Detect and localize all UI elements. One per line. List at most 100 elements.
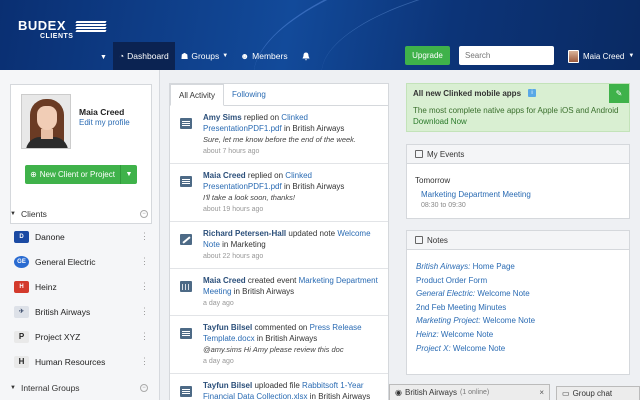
avatar [568, 49, 579, 63]
activity-item: Tayfun Bilsel uploaded file Rabbitsoft 1… [170, 374, 388, 400]
note-name: Welcome Note [482, 316, 536, 326]
internal-groups-options-icon[interactable]: − [140, 384, 148, 392]
note-item[interactable]: 2nd Feb Meeting Minutes [416, 301, 535, 315]
file-upload-icon [180, 386, 192, 397]
more-vertical-icon[interactable]: ⋮ [140, 231, 149, 242]
activity-user-link[interactable]: Maia Creed [203, 276, 246, 285]
plus-circle-icon: ⊕ [30, 170, 37, 179]
tab-all-activity[interactable]: All Activity [170, 84, 225, 106]
user-menu[interactable]: Maia Creed ▼ [568, 48, 634, 64]
my-events-title: My Events [427, 149, 465, 159]
activity-user-link[interactable]: Richard Petersen-Hall [203, 229, 286, 238]
chat-online-status: (1 online) [460, 389, 490, 396]
activity-action: replied on [247, 171, 284, 180]
notifications-button[interactable] [294, 42, 318, 70]
activity-action: uploaded file [254, 381, 300, 390]
event-day: Tomorrow [415, 176, 451, 185]
tab-following[interactable]: Following [224, 84, 274, 105]
client-item-human-resources[interactable]: H Human Resources ⋮ [10, 349, 152, 374]
nav-members-label: Members [252, 51, 288, 61]
event-link[interactable]: Marketing Department Meeting [421, 190, 531, 199]
nav-dashboard[interactable]: ◔ Dashboard [113, 42, 175, 70]
close-icon[interactable]: × [539, 388, 544, 397]
activity-user-link[interactable]: Maia Creed [203, 171, 246, 180]
upgrade-button[interactable]: Upgrade [405, 46, 450, 65]
edit-note-icon [180, 234, 192, 245]
activity-timestamp: about 7 hours ago [203, 148, 260, 155]
note-name: Product Order Form [416, 275, 488, 285]
more-vertical-icon[interactable]: ⋮ [140, 331, 149, 342]
top-navbar: BUDEX CLIENTS ▼ ◔ Dashboard ☗ Groups ▼ ☻… [0, 0, 640, 70]
chevron-down-icon: ▼ [628, 53, 635, 59]
activity-user-link[interactable]: Amy Sims [203, 113, 242, 122]
note-item[interactable]: Product Order Form [416, 274, 535, 288]
client-item-heinz[interactable]: H Heinz ⋮ [10, 274, 152, 299]
brand-menu-chevron-down-icon[interactable]: ▼ [100, 54, 107, 61]
brand-logo[interactable]: BUDEX CLIENTS [18, 18, 107, 46]
note-item[interactable]: General Electric: Welcome Note [416, 287, 535, 301]
nav-members[interactable]: ☻ Members [234, 42, 293, 70]
clients-section-header[interactable]: ▼ Clients − [10, 207, 152, 221]
profile-name: Maia Creed [79, 107, 125, 117]
activity-timestamp: a day ago [203, 358, 234, 365]
chat-window-tab[interactable]: ◉ British Airways (1 online) × [389, 384, 550, 400]
activity-context: British Airways [318, 392, 371, 400]
client-name: Heinz [35, 281, 57, 292]
my-events-panel: My Events Tomorrow Marketing Department … [406, 144, 630, 219]
note-item[interactable]: Marketing Project: Welcome Note [416, 314, 535, 328]
clients-section-options-icon[interactable]: − [140, 210, 148, 218]
british-airways-logo-icon: ✈ [14, 305, 29, 318]
edit-profile-link[interactable]: Edit my profile [79, 118, 130, 127]
profile-photo[interactable] [21, 94, 71, 149]
activity-context: British Airways [292, 182, 345, 191]
activity-item: Amy Sims replied on Clinked Presentation… [170, 106, 388, 164]
notes-title: Notes [427, 235, 448, 245]
activity-action: replied on [243, 113, 280, 122]
activity-user-link[interactable]: Tayfun Bilsel [203, 381, 252, 390]
pencil-icon: ✎ [615, 89, 623, 98]
new-client-main[interactable]: ⊕ New Client or Project [25, 165, 121, 184]
client-item-british-airways[interactable]: ✈ British Airways ⋮ [10, 299, 152, 324]
nav-groups[interactable]: ☗ Groups ▼ [175, 42, 234, 70]
activity-user-link[interactable]: Tayfun Bilsel [203, 323, 252, 332]
activity-context-prefix: in [256, 334, 264, 343]
activity-context-prefix: in [283, 124, 291, 133]
activity-context-prefix: in [309, 392, 316, 400]
main-nav: ◔ Dashboard ☗ Groups ▼ ☻ Members [113, 42, 318, 70]
note-item[interactable]: Project X: Welcome Note [416, 342, 535, 356]
new-client-button[interactable]: ⊕ New Client or Project ▼ [25, 165, 137, 184]
more-vertical-icon[interactable]: ⋮ [140, 356, 149, 367]
activity-context: Marketing [230, 240, 266, 249]
client-item-danone[interactable]: D Danone ⋮ [10, 224, 152, 249]
new-client-dropdown-chevron-icon[interactable]: ▼ [121, 171, 137, 178]
danone-logo-icon: D [14, 230, 29, 243]
internal-groups-label: Internal Groups [20, 383, 80, 393]
note-context: Project X: [416, 343, 451, 353]
chevron-down-icon: ▼ [10, 211, 16, 217]
more-vertical-icon[interactable]: ⋮ [140, 306, 149, 317]
my-events-header: My Events [407, 145, 629, 164]
activity-item: Tayfun Bilsel commented on Press Release… [170, 316, 388, 374]
group-chat-label: Group chat [572, 389, 613, 398]
download-now-link[interactable]: Download Now [413, 117, 467, 126]
promo-edit-button[interactable]: ✎ [609, 84, 629, 103]
client-item-general-electric[interactable]: GE General Electric ⋮ [10, 249, 152, 274]
group-chat-button[interactable]: ▭ Group chat [556, 386, 640, 400]
note-name: Welcome Note [477, 289, 530, 299]
new-client-label: New Client or Project [39, 170, 115, 179]
note-item[interactable]: British Airways: Home Page [416, 260, 535, 274]
client-item-project-xyz[interactable]: P Project XYZ ⋮ [10, 324, 152, 349]
project-letter-icon: H [14, 355, 29, 368]
internal-groups-section-header[interactable]: ▼ Internal Groups − [10, 381, 152, 395]
left-sidebar: Maia Creed Edit my profile ⊕ New Client … [0, 70, 160, 400]
globe-icon: ◉ [395, 388, 402, 397]
activity-timestamp: a day ago [203, 300, 234, 307]
profile-card: Maia Creed Edit my profile ⊕ New Client … [10, 84, 152, 224]
search-input[interactable] [459, 46, 554, 65]
activity-context-prefix: in [233, 287, 240, 296]
note-item[interactable]: Heinz: Welcome Note [416, 328, 535, 342]
more-vertical-icon[interactable]: ⋮ [140, 256, 149, 267]
note-icon [180, 118, 192, 129]
mobile-apps-promo: All new Clinked mobile apps i The most c… [406, 83, 630, 132]
more-vertical-icon[interactable]: ⋮ [140, 281, 149, 292]
